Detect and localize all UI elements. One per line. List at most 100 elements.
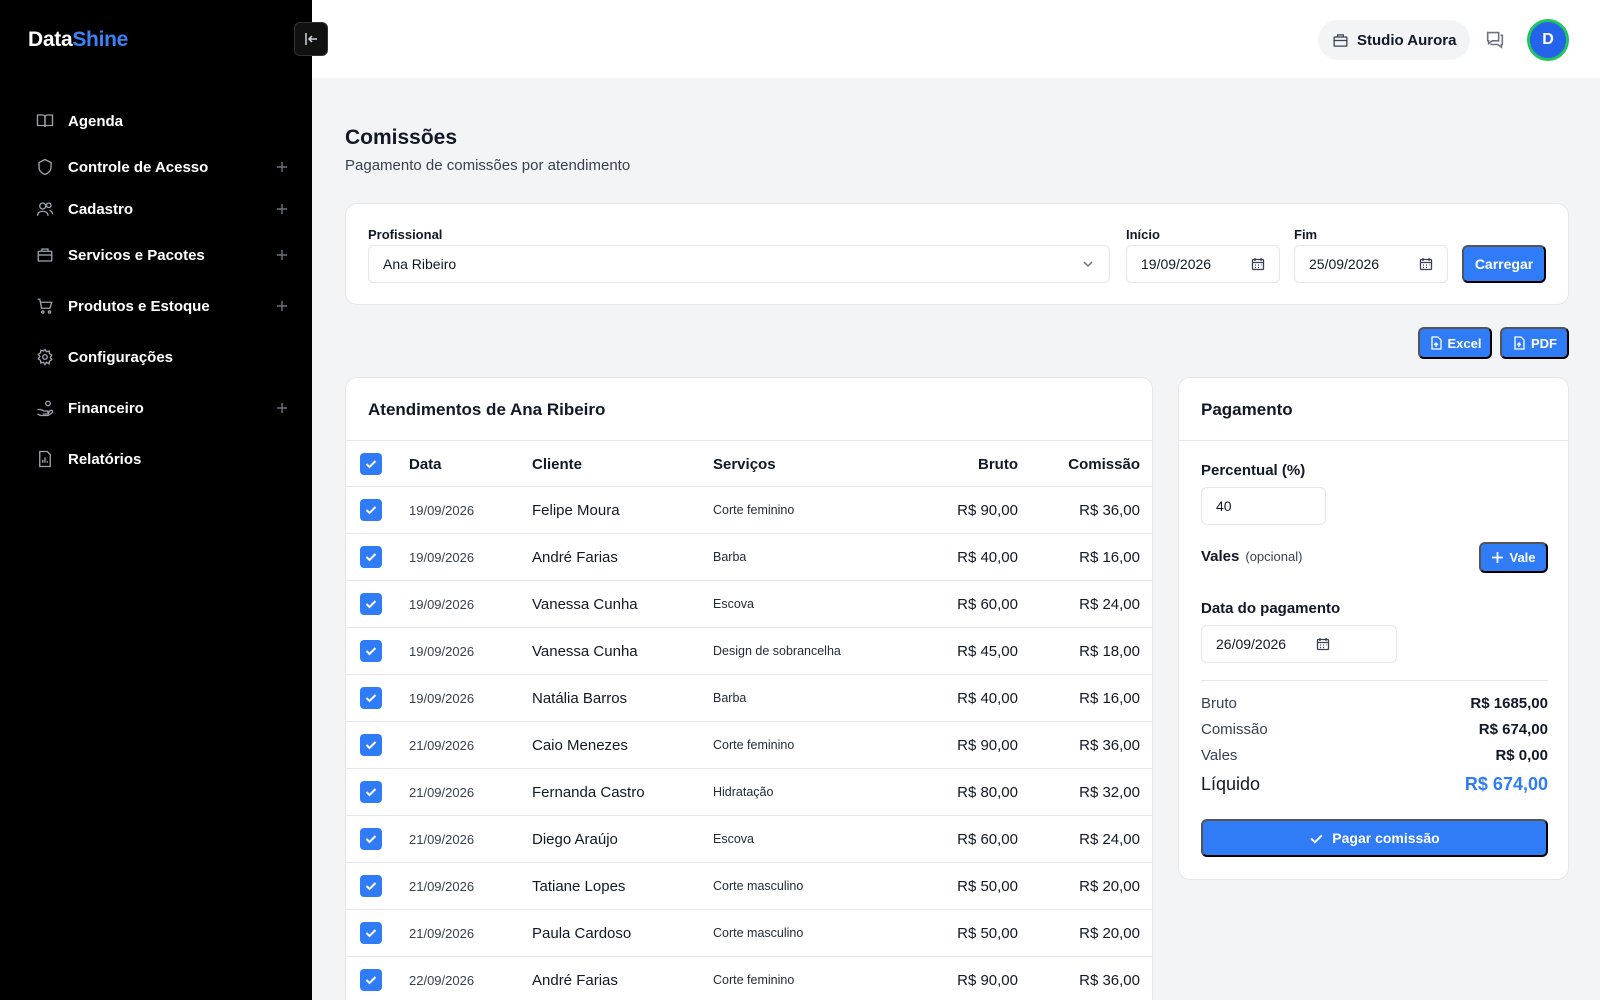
cell-commission: R$ 36,00 bbox=[1079, 501, 1140, 519]
cell-gross: R$ 45,00 bbox=[957, 642, 1018, 660]
cell-gross: R$ 40,00 bbox=[957, 548, 1018, 566]
summary-net-value: R$ 674,00 bbox=[1464, 774, 1548, 794]
cell-client: André Farias bbox=[532, 548, 618, 566]
sidebar-item-produtos-e-estoque[interactable]: Produtos e Estoque bbox=[34, 289, 290, 323]
cell-commission: R$ 36,00 bbox=[1079, 736, 1140, 754]
row-checkbox[interactable] bbox=[360, 910, 382, 956]
select-all-checkbox[interactable] bbox=[360, 441, 382, 487]
avatar[interactable]: D bbox=[1527, 19, 1569, 61]
start-date-input[interactable]: 19/09/2026 bbox=[1126, 245, 1280, 283]
cell-client: Diego Araújo bbox=[532, 830, 618, 848]
percent-input[interactable]: 40 bbox=[1201, 487, 1326, 525]
sidebar-item-relatorios[interactable]: Relatórios bbox=[34, 442, 290, 476]
row-checkbox[interactable] bbox=[360, 628, 382, 674]
add-vale-button[interactable]: Vale bbox=[1479, 542, 1548, 573]
end-date-input[interactable]: 25/09/2026 bbox=[1294, 245, 1448, 283]
export-excel-button[interactable]: Excel bbox=[1418, 327, 1492, 359]
summary-commission-label: Comissão bbox=[1201, 721, 1268, 738]
row-checkbox[interactable] bbox=[360, 957, 382, 1000]
cell-date: 19/09/2026 bbox=[409, 502, 475, 518]
page-title: Comissões bbox=[345, 126, 458, 149]
cell-client: Tatiane Lopes bbox=[532, 877, 626, 895]
divider bbox=[1201, 680, 1548, 681]
cell-gross: R$ 90,00 bbox=[957, 736, 1018, 754]
chat-icon[interactable] bbox=[1484, 28, 1506, 50]
sidebar-item-cadastro[interactable]: Cadastro bbox=[34, 192, 290, 226]
cell-commission: R$ 20,00 bbox=[1079, 877, 1140, 895]
payment-date-input[interactable]: 26/09/2026 bbox=[1201, 625, 1397, 663]
row-checkbox[interactable] bbox=[360, 816, 382, 862]
pay-commission-button[interactable]: Pagar comissão bbox=[1201, 819, 1548, 857]
cell-client: Paula Cardoso bbox=[532, 924, 632, 942]
row-checkbox[interactable] bbox=[360, 534, 382, 580]
plus-icon[interactable] bbox=[274, 298, 290, 314]
professional-select[interactable]: Ana Ribeiro bbox=[368, 245, 1110, 283]
export-pdf-button[interactable]: PDF bbox=[1500, 327, 1569, 359]
summary-vales: Vales R$ 0,00 bbox=[1201, 747, 1548, 764]
brand-logo[interactable]: DataShine bbox=[28, 28, 128, 52]
plus-icon bbox=[1491, 551, 1504, 564]
sidebar-item-controle-de-acesso[interactable]: Controle de Acesso bbox=[34, 150, 290, 184]
table-row: 19/09/2026 Natália Barros Barba R$ 40,00… bbox=[346, 675, 1152, 722]
sidebar-item-label: Servicos e Pacotes bbox=[68, 246, 205, 264]
brand-part1: Data bbox=[28, 28, 73, 51]
users-icon bbox=[34, 198, 56, 220]
sidebar-item-configuracoes[interactable]: Configurações bbox=[34, 340, 290, 374]
sidebar-item-label: Cadastro bbox=[68, 200, 134, 218]
filter-card: Profissional Ana Ribeiro Início 19/09/20… bbox=[345, 203, 1569, 305]
row-checkbox[interactable] bbox=[360, 581, 382, 627]
table-row: 21/09/2026 Tatiane Lopes Corte masculino… bbox=[346, 863, 1152, 910]
plus-icon[interactable] bbox=[274, 159, 290, 175]
percent-value: 40 bbox=[1216, 498, 1232, 514]
row-checkbox[interactable] bbox=[360, 863, 382, 909]
cell-commission: R$ 36,00 bbox=[1079, 971, 1140, 989]
load-button[interactable]: Carregar bbox=[1462, 245, 1546, 283]
cell-date: 22/09/2026 bbox=[409, 972, 475, 988]
row-checkbox[interactable] bbox=[360, 675, 382, 721]
cell-commission: R$ 18,00 bbox=[1079, 642, 1140, 660]
collapse-sidebar-button[interactable] bbox=[294, 22, 328, 56]
cell-service: Corte feminino bbox=[713, 503, 795, 517]
cart-icon bbox=[34, 295, 56, 317]
sidebar-item-agenda[interactable]: Agenda bbox=[34, 104, 290, 138]
start-date-label: Início bbox=[1126, 227, 1160, 242]
cell-date: 21/09/2026 bbox=[409, 925, 475, 941]
cell-commission: R$ 16,00 bbox=[1079, 689, 1140, 707]
plus-icon[interactable] bbox=[274, 201, 290, 217]
studio-selector[interactable]: Studio Aurora bbox=[1318, 20, 1471, 60]
export-excel-label: Excel bbox=[1447, 335, 1482, 351]
cell-service: Barba bbox=[713, 550, 747, 564]
cell-client: André Farias bbox=[532, 971, 618, 989]
calendar-icon[interactable] bbox=[1251, 257, 1265, 271]
cell-gross: R$ 60,00 bbox=[957, 830, 1018, 848]
sidebar-item-financeiro[interactable]: Financeiro bbox=[34, 391, 290, 425]
cell-service: Corte masculino bbox=[713, 926, 804, 940]
professional-label: Profissional bbox=[368, 227, 443, 242]
row-checkbox[interactable] bbox=[360, 769, 382, 815]
vales-label-group: Vales (opcional) bbox=[1201, 548, 1302, 565]
sidebar-item-servicos-e-pacotes[interactable]: Servicos e Pacotes bbox=[34, 238, 290, 272]
summary-net-label: Líquido bbox=[1201, 774, 1261, 794]
row-checkbox[interactable] bbox=[360, 487, 382, 533]
cell-client: Vanessa Cunha bbox=[532, 642, 638, 660]
table-row: 21/09/2026 Paula Cardoso Corte masculino… bbox=[346, 910, 1152, 957]
header-gross: Bruto bbox=[978, 455, 1018, 473]
cell-gross: R$ 90,00 bbox=[957, 501, 1018, 519]
cell-client: Vanessa Cunha bbox=[532, 595, 638, 613]
payment-card: Pagamento Percentual (%) 40 Vales (opcio… bbox=[1178, 377, 1569, 880]
row-checkbox[interactable] bbox=[360, 722, 382, 768]
summary-gross-value: R$ 1685,00 bbox=[1470, 695, 1548, 712]
table-row: 19/09/2026 Vanessa Cunha Design de sobra… bbox=[346, 628, 1152, 675]
plus-icon[interactable] bbox=[274, 247, 290, 263]
cell-commission: R$ 16,00 bbox=[1079, 548, 1140, 566]
plus-icon[interactable] bbox=[274, 400, 290, 416]
appointments-card: Atendimentos de Ana Ribeiro Data Cliente… bbox=[345, 377, 1153, 1000]
cell-date: 21/09/2026 bbox=[409, 878, 475, 894]
calendar-icon[interactable] bbox=[1316, 637, 1330, 651]
summary-commission: Comissão R$ 674,00 bbox=[1201, 721, 1548, 738]
calendar-icon[interactable] bbox=[1419, 257, 1433, 271]
page-subtitle: Pagamento de comissões por atendimento bbox=[345, 157, 631, 174]
payment-title: Pagamento bbox=[1201, 400, 1293, 419]
brand-part2: Shine bbox=[72, 28, 129, 51]
cell-client: Natália Barros bbox=[532, 689, 628, 707]
